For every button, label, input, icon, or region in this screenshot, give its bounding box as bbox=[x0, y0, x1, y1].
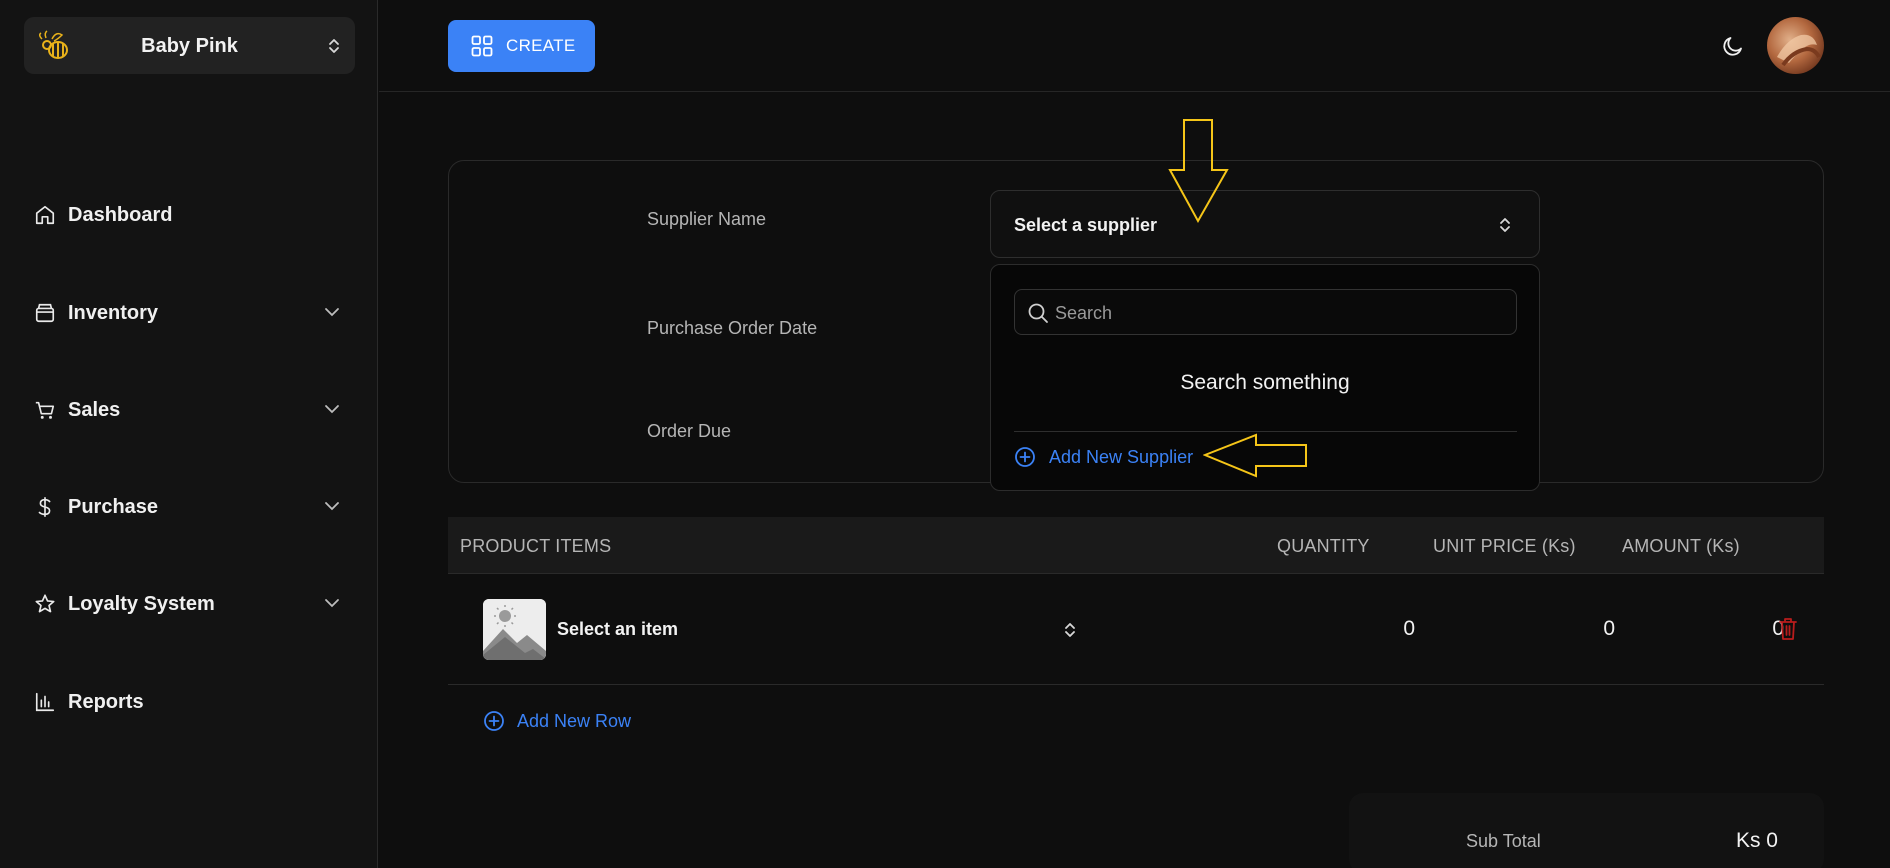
chevron-down-icon bbox=[325, 599, 339, 608]
search-placeholder: Search bbox=[1055, 303, 1113, 323]
subtotal-value: Ks 0 bbox=[1735, 829, 1778, 852]
chevron-down-icon bbox=[325, 308, 339, 317]
sidebar-item-label: Loyalty System bbox=[68, 593, 215, 615]
sidebar-item-label: Inventory bbox=[68, 302, 159, 324]
chevron-down-icon bbox=[325, 502, 339, 511]
supplier-name-label: Supplier Name bbox=[647, 209, 767, 229]
search-icon bbox=[1028, 303, 1048, 323]
plus-circle-icon bbox=[1015, 447, 1035, 467]
column-header-quantity: QUANTITY bbox=[1277, 536, 1370, 556]
amount-value: 0 bbox=[1772, 617, 1784, 640]
annotation-left-arrow-icon bbox=[1203, 433, 1307, 478]
product-table-header: PRODUCT ITEMS QUANTITY UNIT PRICE (Ks) A… bbox=[448, 517, 1824, 574]
sidebar-item-label: Sales bbox=[68, 399, 121, 421]
quantity-input[interactable]: 0 bbox=[1352, 617, 1415, 641]
unit-price-input[interactable]: 0 bbox=[1552, 617, 1615, 641]
column-header-product: PRODUCT ITEMS bbox=[460, 536, 612, 556]
supplier-search-input[interactable]: Search bbox=[1014, 289, 1517, 335]
sidebar-item-purchase[interactable]: Purchase bbox=[0, 486, 378, 526]
user-avatar[interactable] bbox=[1767, 17, 1824, 74]
totals-panel: Sub Total Ks 0 bbox=[1349, 793, 1824, 868]
create-button[interactable]: CREATE bbox=[448, 20, 595, 72]
top-header bbox=[379, 0, 1890, 92]
dropdown-divider bbox=[1014, 431, 1517, 432]
create-button-label: CREATE bbox=[506, 36, 576, 55]
plus-circle-icon bbox=[484, 711, 504, 731]
dollar-icon bbox=[38, 497, 51, 517]
item-select[interactable]: Select an item bbox=[557, 619, 678, 640]
dropdown-empty-message: Search something bbox=[1180, 371, 1350, 394]
store-name: Baby Pink bbox=[141, 35, 238, 57]
chevron-down-icon bbox=[325, 405, 339, 414]
supplier-select-value: Select a supplier bbox=[1014, 215, 1158, 235]
sidebar-item-dashboard[interactable]: Dashboard bbox=[0, 194, 378, 234]
image-placeholder-icon bbox=[483, 599, 546, 660]
table-row: Select an item 0 0 0 bbox=[448, 575, 1824, 685]
order-due-label: Order Due bbox=[647, 421, 732, 441]
subtotal-label: Sub Total bbox=[1466, 831, 1541, 851]
column-header-amount: AMOUNT (Ks) bbox=[1622, 536, 1740, 556]
sidebar-item-loyalty-system[interactable]: Loyalty System bbox=[0, 583, 378, 623]
sidebar-item-label: Purchase bbox=[68, 496, 159, 518]
store-switcher[interactable]: Baby Pink bbox=[24, 17, 355, 74]
box-icon bbox=[35, 303, 55, 323]
chevron-up-down-icon[interactable] bbox=[1064, 621, 1076, 639]
cart-icon bbox=[35, 401, 55, 419]
sidebar-item-label: Reports bbox=[68, 691, 144, 713]
bar-chart-icon bbox=[35, 692, 55, 712]
column-header-unit-price: UNIT PRICE (Ks) bbox=[1433, 536, 1576, 556]
sidebar-item-label: Dashboard bbox=[68, 204, 173, 226]
add-new-row-label: Add New Row bbox=[517, 711, 632, 731]
chevron-up-down-icon bbox=[1500, 218, 1510, 232]
moon-icon[interactable] bbox=[1721, 34, 1745, 58]
sidebar-item-reports[interactable]: Reports bbox=[0, 681, 378, 721]
add-new-supplier-label: Add New Supplier bbox=[1049, 447, 1194, 467]
home-icon bbox=[35, 205, 55, 225]
annotation-down-arrow-icon bbox=[1168, 119, 1229, 224]
avatar-image bbox=[1777, 34, 1821, 67]
purchase-order-date-label: Purchase Order Date bbox=[647, 318, 818, 338]
trash-icon[interactable] bbox=[1778, 617, 1798, 641]
sidebar-item-sales[interactable]: Sales bbox=[0, 389, 378, 429]
supplier-select[interactable]: Select a supplier bbox=[990, 190, 1540, 258]
sidebar: Baby Pink Dashboard Inventory Sales Purc… bbox=[0, 0, 378, 868]
grid-icon bbox=[471, 35, 493, 57]
chevron-up-down-icon bbox=[329, 39, 339, 53]
sidebar-item-inventory[interactable]: Inventory bbox=[0, 292, 378, 332]
star-icon bbox=[35, 594, 55, 613]
